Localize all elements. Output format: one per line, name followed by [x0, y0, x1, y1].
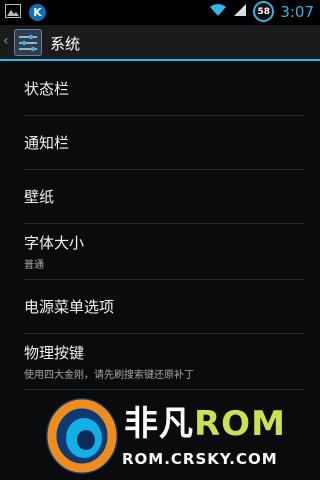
list-item-status-bar[interactable]: 状态栏: [24, 62, 304, 116]
preference-list: 状态栏 通知栏 壁纸 字体大小 普通 电源菜单选项 物理按键 使用四大金刚，请先…: [24, 62, 304, 390]
watermark-emblem-icon: [46, 398, 118, 474]
page-title: 系统: [50, 35, 81, 53]
list-item-power-menu[interactable]: 电源菜单选项: [24, 280, 304, 334]
watermark-url: ROM.CRSKY.COM: [122, 450, 278, 468]
list-item-hardware-keys[interactable]: 物理按键 使用四大金刚，请先刷搜索键还原补丁: [24, 334, 304, 390]
list-item-summary: 使用四大金刚，请先刷搜索键还原补丁: [24, 370, 194, 381]
up-chevron-icon[interactable]: ‹: [3, 33, 9, 49]
list-item-title: 状态栏: [24, 80, 70, 98]
watermark-brand-cn: 非凡: [124, 404, 194, 444]
image-notification-icon: [5, 3, 21, 22]
watermark-brand: 非凡ROM: [124, 396, 286, 445]
battery-level: 58: [257, 6, 271, 17]
k-app-label: K: [33, 6, 42, 19]
battery-badge: 58: [253, 1, 275, 22]
list-item-summary: 普通: [24, 260, 44, 271]
clock: 3:07: [280, 2, 314, 21]
list-item-title: 电源菜单选项: [24, 298, 115, 316]
list-item-notification-bar[interactable]: 通知栏: [24, 116, 304, 170]
signal-icon: [233, 2, 247, 21]
list-item-font-size[interactable]: 字体大小 普通: [24, 224, 304, 280]
wifi-icon: [209, 2, 227, 21]
list-item-title: 通知栏: [24, 134, 70, 152]
watermark-logo: 非凡ROM ROM.CRSKY.COM: [40, 388, 320, 480]
settings-app-icon[interactable]: [14, 29, 42, 56]
list-item-title: 壁纸: [24, 188, 55, 206]
watermark-brand-rom: ROM: [194, 404, 286, 444]
list-item-wallpaper[interactable]: 壁纸: [24, 170, 304, 224]
k-app-icon: K: [29, 4, 46, 21]
list-item-title: 字体大小: [24, 234, 85, 252]
list-item-title: 物理按键: [24, 344, 85, 362]
action-bar: ‹ 系统: [0, 25, 320, 61]
status-bar: K 58 3:07: [0, 0, 320, 25]
